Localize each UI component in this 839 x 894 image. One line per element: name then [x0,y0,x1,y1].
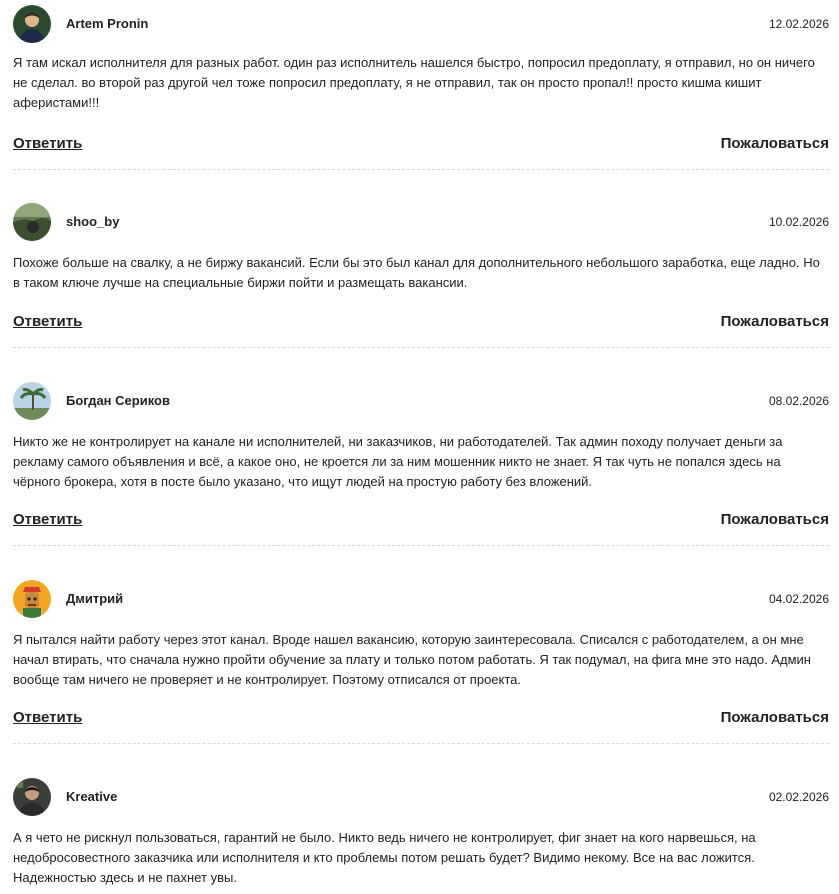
comment-actions: Ответить Пожаловаться [13,135,829,157]
comment-date: 08.02.2026 [768,394,829,408]
avatar-cartoon-icon [13,580,51,618]
comment-date: 02.02.2026 [768,790,829,804]
comment-date: 12.02.2026 [768,17,829,31]
comment-header: shoo_by 10.02.2026 [13,203,829,241]
avatar-photo-icon [13,203,51,241]
reply-button[interactable]: Ответить [13,135,82,152]
comment-author: Богдан Сериков [66,393,170,408]
comment-divider [13,545,829,546]
avatar-photo-icon [13,382,51,420]
comment-item: Богдан Сериков 08.02.2026 Никто же не ко… [13,382,829,492]
comment-text: Похоже больше на свалку, а не биржу вака… [13,255,820,290]
comment-author: Kreative [66,789,118,804]
comment-divider [13,169,829,170]
report-button[interactable]: Пожаловаться [721,135,829,152]
reply-button[interactable]: Ответить [13,313,82,330]
comment-item: Дмитрий 04.02.2026 Я пытался найти работ… [13,580,829,690]
report-button[interactable]: Пожаловаться [721,709,829,726]
comment-item: Artem Pronin 12.02.2026 Я там искал испо… [13,5,829,113]
comment-header: Artem Pronin 12.02.2026 [13,5,829,43]
comment-actions: Ответить Пожаловаться [13,313,829,335]
comment-text: Я пытался найти работу через этот канал.… [13,632,811,687]
comment-text: Никто же не контролирует на канале ни ис… [13,434,783,489]
avatar[interactable] [13,5,51,43]
report-button[interactable]: Пожаловаться [721,313,829,330]
comment-author: Artem Pronin [66,16,149,31]
report-button[interactable]: Пожаловаться [721,511,829,528]
reply-button[interactable]: Ответить [13,511,82,528]
comment-author: Дмитрий [66,591,124,606]
comment-header: Kreative 02.02.2026 [13,778,829,816]
comment-actions: Ответить Пожаловаться [13,709,829,731]
avatar[interactable] [13,580,51,618]
avatar[interactable] [13,203,51,241]
comment-divider [13,743,829,744]
comment-item: Kreative 02.02.2026 А я чето не рискнул … [13,778,829,888]
comment-item: shoo_by 10.02.2026 Похоже больше на свал… [13,203,829,293]
comment-divider [13,347,829,348]
reply-button[interactable]: Ответить [13,709,82,726]
comment-text: Я там искал исполнителя для разных работ… [13,55,815,110]
comment-date: 04.02.2026 [768,592,829,606]
avatar-photo-icon [13,778,51,816]
avatar-photo-icon [13,5,51,43]
comment-date: 10.02.2026 [768,215,829,229]
comment-actions: Ответить Пожаловаться [13,511,829,533]
avatar[interactable] [13,382,51,420]
avatar[interactable] [13,778,51,816]
comment-text: А я чето не рискнул пользоваться, гарант… [13,830,756,885]
comment-header: Богдан Сериков 08.02.2026 [13,382,829,420]
comment-author: shoo_by [66,214,120,229]
comment-header: Дмитрий 04.02.2026 [13,580,829,618]
